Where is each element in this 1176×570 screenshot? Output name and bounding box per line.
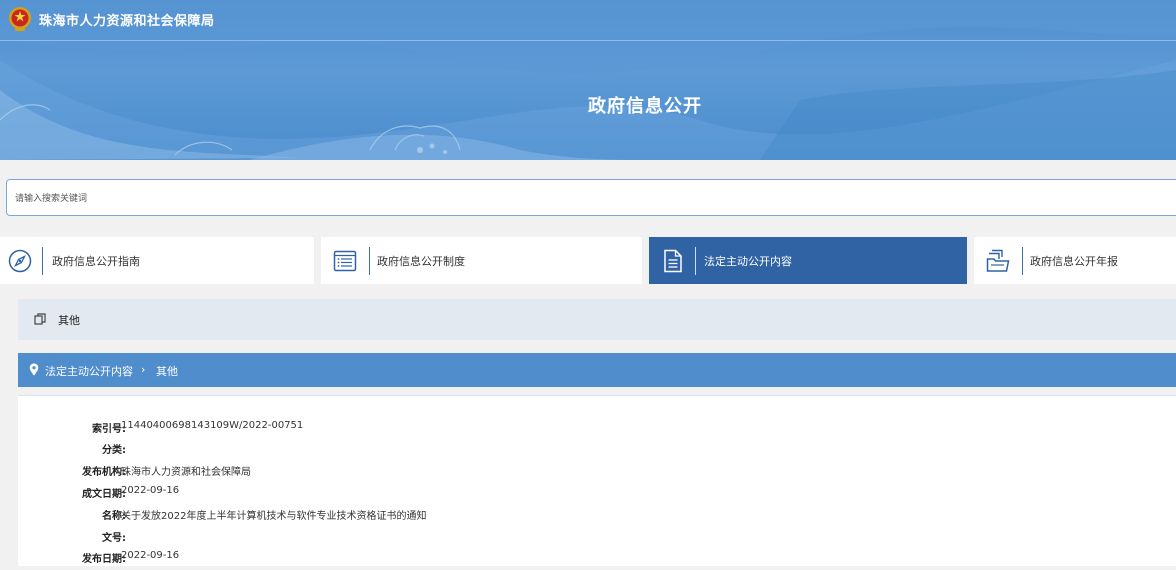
compass-icon — [8, 249, 32, 273]
metadata-value: 2022-09-16 — [121, 550, 180, 561]
list-icon — [333, 250, 357, 272]
metadata-value: 珠海市人力资源和社会保障局 — [121, 467, 251, 478]
top-bar: 珠海市人力资源和社会保障局 — [0, 0, 1176, 41]
tab-disclosure-system[interactable]: 政府信息公开制度 — [321, 237, 642, 284]
metadata-row-title: 名称: 关于发放2022年度上半年计算机技术与软件专业技术资格证书的通知 — [18, 507, 1176, 527]
tab-label: 法定主动公开内容 — [704, 255, 792, 268]
copy-icon — [34, 313, 46, 325]
metadata-key: 索引号: — [92, 424, 126, 435]
document-icon — [664, 249, 682, 273]
breadcrumb: 法定主动公开内容 › 其他 — [18, 353, 1176, 387]
tab-disclosure-guide[interactable]: 政府信息公开指南 — [0, 237, 314, 284]
metadata-key: 文号: — [102, 533, 126, 544]
metadata-row-written-date: 成文日期: 2022-09-16 — [18, 485, 1176, 505]
metadata-value: 11440400698143109W/2022-00751 — [121, 420, 304, 431]
metadata-key: 发布机构: — [82, 467, 126, 478]
metadata-key: 发布日期: — [82, 554, 126, 565]
page-title: 政府信息公开 — [588, 96, 702, 117]
tab-divider — [369, 247, 370, 275]
tab-divider — [1022, 247, 1023, 275]
chevron-right-icon: › — [141, 363, 146, 376]
search-box[interactable] — [6, 179, 1176, 216]
metadata-row-publish-date: 发布日期: 2022-09-16 — [18, 550, 1176, 570]
tab-statutory-content[interactable]: 法定主动公开内容 — [649, 237, 967, 284]
breadcrumb-link-other[interactable]: 其他 — [156, 363, 178, 379]
metadata-key: 成文日期: — [82, 489, 126, 500]
tab-label: 政府信息公开制度 — [377, 255, 465, 268]
tab-annual-report[interactable]: 政府信息公开年报 — [974, 237, 1176, 284]
location-pin-icon — [29, 363, 39, 376]
search-input[interactable] — [13, 189, 717, 209]
folder-icon — [986, 249, 1010, 272]
metadata-row-category: 分类: — [18, 441, 1176, 461]
tab-label: 政府信息公开年报 — [1030, 255, 1118, 268]
header-banner: 珠海市人力资源和社会保障局 政府信息公开 — [0, 0, 1176, 160]
site-title[interactable]: 珠海市人力资源和社会保障局 — [39, 10, 215, 29]
category-title: 其他 — [58, 314, 80, 327]
metadata-value: 2022-09-16 — [121, 485, 180, 496]
tab-label: 政府信息公开指南 — [52, 255, 140, 268]
category-header: 其他 — [18, 299, 1176, 340]
tab-divider — [42, 247, 43, 275]
metadata-key: 名称: — [102, 511, 126, 522]
metadata-row-document-number: 文号: — [18, 529, 1176, 549]
tab-divider — [695, 247, 696, 275]
national-emblem-icon — [9, 7, 31, 31]
metadata-key: 分类: — [102, 445, 126, 456]
breadcrumb-link-statutory-content[interactable]: 法定主动公开内容 — [45, 363, 133, 379]
metadata-row-index-number: 索引号: 11440400698143109W/2022-00751 — [18, 420, 1176, 440]
metadata-row-publisher: 发布机构: 珠海市人力资源和社会保障局 — [18, 463, 1176, 483]
document-metadata: 索引号: 11440400698143109W/2022-00751 分类: 发… — [18, 395, 1176, 566]
metadata-value: 关于发放2022年度上半年计算机技术与软件专业技术资格证书的通知 — [121, 511, 427, 522]
